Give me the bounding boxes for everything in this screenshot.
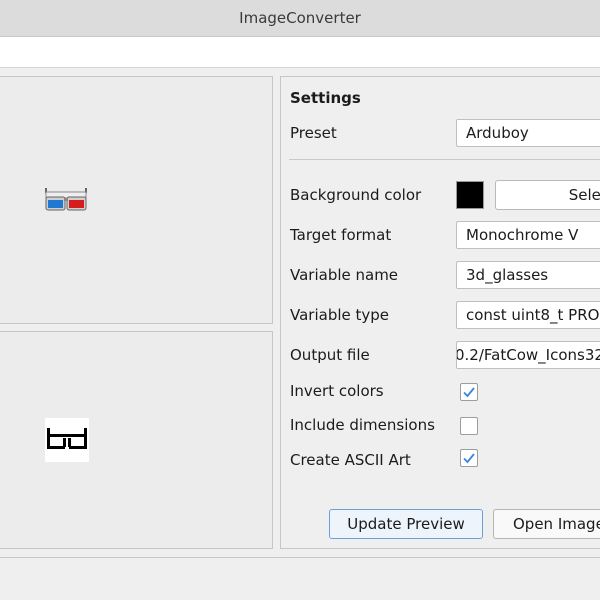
create-ascii-art-label: Create ASCII Art xyxy=(290,451,411,469)
3d-glasses-monochrome-icon xyxy=(45,418,89,462)
select-color-button[interactable]: Select xyxy=(495,180,600,210)
output-file-input[interactable]: 0.2/FatCow_Icons32x32/3d_glasses.h xyxy=(456,341,600,369)
settings-separator xyxy=(289,159,600,160)
output-file-label: Output file xyxy=(290,346,370,364)
background-color-label: Background color xyxy=(290,186,422,204)
image-converter-window: ImageConverter Settings Preset Arduboy B… xyxy=(0,0,600,600)
checkmark-icon xyxy=(463,453,475,464)
target-format-combobox[interactable]: Monochrome V xyxy=(456,221,600,249)
window-title: ImageConverter xyxy=(239,9,361,27)
include-dimensions-label: Include dimensions xyxy=(290,416,435,434)
invert-colors-label: Invert colors xyxy=(290,382,384,400)
3d-glasses-color-icon xyxy=(45,188,87,211)
checkmark-icon xyxy=(463,387,475,398)
settings-title: Settings xyxy=(290,89,361,107)
variable-type-input[interactable]: const uint8_t PROGMEM xyxy=(456,301,600,329)
window-titlebar[interactable]: ImageConverter xyxy=(0,0,600,37)
open-image-button[interactable]: Open Image xyxy=(493,509,600,539)
update-preview-button[interactable]: Update Preview xyxy=(329,509,483,539)
settings-panel: Settings Preset Arduboy Background color… xyxy=(280,76,600,549)
menu-bar xyxy=(0,37,600,68)
status-bar xyxy=(0,557,600,600)
preset-combobox[interactable]: Arduboy xyxy=(456,119,600,147)
preset-label: Preset xyxy=(290,124,337,142)
converted-image-preview xyxy=(0,331,273,549)
include-dimensions-checkbox[interactable] xyxy=(460,417,478,435)
create-ascii-art-checkbox[interactable] xyxy=(460,449,478,467)
variable-name-label: Variable name xyxy=(290,266,399,284)
variable-type-label: Variable type xyxy=(290,306,390,324)
invert-colors-checkbox[interactable] xyxy=(460,383,478,401)
original-image-preview xyxy=(0,76,273,324)
target-format-label: Target format xyxy=(290,226,392,244)
variable-name-input[interactable]: 3d_glasses xyxy=(456,261,600,289)
background-color-swatch[interactable] xyxy=(456,181,484,209)
